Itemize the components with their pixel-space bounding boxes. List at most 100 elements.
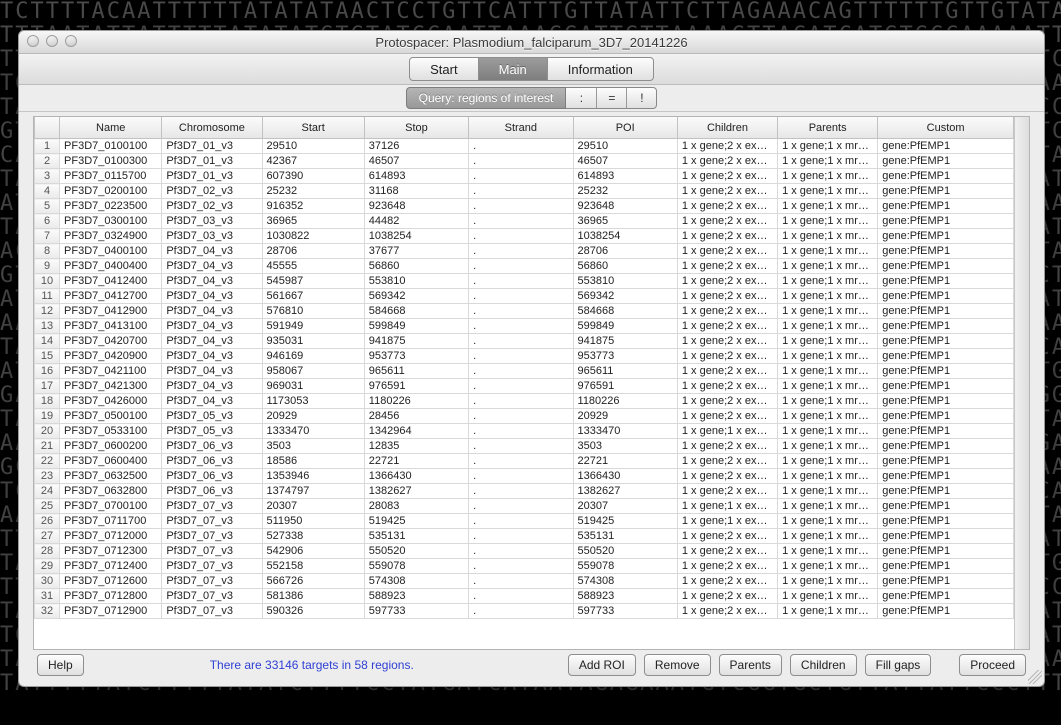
cell-name: PF3D7_0100100 <box>60 139 162 154</box>
cell-poi: 569342 <box>573 289 677 304</box>
col-poi[interactable]: POI <box>573 117 677 139</box>
table-row[interactable]: 14PF3D7_0420700Pf3D7_04_v3935031941875.9… <box>35 334 1014 349</box>
table-row[interactable]: 5PF3D7_0223500Pf3D7_02_v3916352923648.92… <box>35 199 1014 214</box>
query-op-colon[interactable]: : <box>566 88 596 108</box>
table-row[interactable]: 2PF3D7_0100300Pf3D7_01_v34236746507.4650… <box>35 154 1014 169</box>
tab-information[interactable]: Information <box>547 58 653 80</box>
query-op-eq[interactable]: = <box>596 88 626 108</box>
resize-handle-icon[interactable] <box>1028 670 1042 684</box>
cell-start: 20307 <box>262 499 364 514</box>
col-rownum[interactable] <box>35 117 60 139</box>
cell-custom: gene:PfEMP1 <box>878 199 1014 214</box>
table-row[interactable]: 32PF3D7_0712900Pf3D7_07_v3590326597733.5… <box>35 604 1014 619</box>
cell-name: PF3D7_0712600 <box>60 574 162 589</box>
help-button[interactable]: Help <box>37 654 84 676</box>
table-row[interactable]: 20PF3D7_0533100Pf3D7_05_v313334701342964… <box>35 424 1014 439</box>
remove-button[interactable]: Remove <box>644 654 711 676</box>
table-row[interactable]: 22PF3D7_0600400Pf3D7_06_v31858622721.227… <box>35 454 1014 469</box>
table-row[interactable]: 26PF3D7_0711700Pf3D7_07_v3511950519425.5… <box>35 514 1014 529</box>
cell-children: 1 x gene;2 x ex… <box>677 394 777 409</box>
vertical-scrollbar[interactable] <box>1014 117 1029 649</box>
tab-bar: Start Main Information <box>19 54 1044 85</box>
col-parents[interactable]: Parents <box>778 117 878 139</box>
table-row[interactable]: 10PF3D7_0412400Pf3D7_04_v3545987553810.5… <box>35 274 1014 289</box>
tab-start[interactable]: Start <box>410 58 477 80</box>
table-row[interactable]: 25PF3D7_0700100Pf3D7_07_v32030728083.203… <box>35 499 1014 514</box>
col-stop[interactable]: Stop <box>364 117 468 139</box>
cell-start: 42367 <box>262 154 364 169</box>
table-row[interactable]: 7PF3D7_0324900Pf3D7_03_v310308221038254.… <box>35 229 1014 244</box>
table-row[interactable]: 13PF3D7_0413100Pf3D7_04_v3591949599849.5… <box>35 319 1014 334</box>
table-row[interactable]: 1PF3D7_0100100Pf3D7_01_v32951037126.2951… <box>35 139 1014 154</box>
roi-table: Name Chromosome Start Stop Strand POI Ch… <box>34 117 1014 619</box>
minimize-icon[interactable] <box>46 35 58 47</box>
cell-parents: 1 x gene;1 x mr… <box>778 349 878 364</box>
children-button[interactable]: Children <box>790 654 857 676</box>
cell-parents: 1 x gene;1 x mr… <box>778 244 878 259</box>
table-row[interactable]: 15PF3D7_0420900Pf3D7_04_v3946169953773.9… <box>35 349 1014 364</box>
cell-start: 1173053 <box>262 394 364 409</box>
cell-start: 1353946 <box>262 469 364 484</box>
cell-strand: . <box>469 199 573 214</box>
table-row[interactable]: 23PF3D7_0632500Pf3D7_06_v313539461366430… <box>35 469 1014 484</box>
cell-strand: . <box>469 439 573 454</box>
table-row[interactable]: 4PF3D7_0200100Pf3D7_02_v32523231168.2523… <box>35 184 1014 199</box>
cell-children: 1 x gene;2 x ex… <box>677 454 777 469</box>
table-head: Name Chromosome Start Stop Strand POI Ch… <box>35 117 1014 139</box>
table-row[interactable]: 28PF3D7_0712300Pf3D7_07_v3542906550520.5… <box>35 544 1014 559</box>
cell-strand: . <box>469 484 573 499</box>
cell-children: 1 x gene;2 x ex… <box>677 289 777 304</box>
col-strand[interactable]: Strand <box>469 117 573 139</box>
table-row[interactable]: 12PF3D7_0412900Pf3D7_04_v3576810584668.5… <box>35 304 1014 319</box>
col-name[interactable]: Name <box>60 117 162 139</box>
table-row[interactable]: 8PF3D7_0400100Pf3D7_04_v32870637677.2870… <box>35 244 1014 259</box>
cell-stop: 569342 <box>364 289 468 304</box>
table-row[interactable]: 18PF3D7_0426000Pf3D7_04_v311730531180226… <box>35 394 1014 409</box>
table-row[interactable]: 16PF3D7_0421100Pf3D7_04_v3958067965611.9… <box>35 364 1014 379</box>
table-row[interactable]: 11PF3D7_0412700Pf3D7_04_v3561667569342.5… <box>35 289 1014 304</box>
cell-custom: gene:PfEMP1 <box>878 484 1014 499</box>
cell-custom: gene:PfEMP1 <box>878 364 1014 379</box>
table-row[interactable]: 31PF3D7_0712800Pf3D7_07_v3581386588923.5… <box>35 589 1014 604</box>
cell-strand: . <box>469 529 573 544</box>
cell-strand: . <box>469 604 573 619</box>
cell-poi: 584668 <box>573 304 677 319</box>
table-row[interactable]: 6PF3D7_0300100Pf3D7_03_v33696544482.3696… <box>35 214 1014 229</box>
col-chromosome[interactable]: Chromosome <box>162 117 262 139</box>
add-roi-button[interactable]: Add ROI <box>568 654 636 676</box>
table-row[interactable]: 9PF3D7_0400400Pf3D7_04_v34555556860.5686… <box>35 259 1014 274</box>
cell-parents: 1 x gene;1 x mr… <box>778 199 878 214</box>
cell-poi: 22721 <box>573 454 677 469</box>
col-children[interactable]: Children <box>677 117 777 139</box>
table-row[interactable]: 19PF3D7_0500100Pf3D7_05_v32092928456.209… <box>35 409 1014 424</box>
parents-button[interactable]: Parents <box>719 654 782 676</box>
fill-gaps-button[interactable]: Fill gaps <box>865 654 932 676</box>
cell-poi: 20929 <box>573 409 677 424</box>
table-row[interactable]: 3PF3D7_0115700Pf3D7_01_v3607390614893.61… <box>35 169 1014 184</box>
data-grid[interactable]: Name Chromosome Start Stop Strand POI Ch… <box>34 117 1014 649</box>
close-icon[interactable] <box>27 35 39 47</box>
table-row[interactable]: 29PF3D7_0712400Pf3D7_07_v3552158559078.5… <box>35 559 1014 574</box>
cell-chromosome: Pf3D7_07_v3 <box>162 604 262 619</box>
cell-chromosome: Pf3D7_01_v3 <box>162 139 262 154</box>
col-start[interactable]: Start <box>262 117 364 139</box>
table-row[interactable]: 17PF3D7_0421300Pf3D7_04_v3969031976591.9… <box>35 379 1014 394</box>
table-row[interactable]: 27PF3D7_0712000Pf3D7_07_v3527338535131.5… <box>35 529 1014 544</box>
cell-custom: gene:PfEMP1 <box>878 589 1014 604</box>
titlebar[interactable]: Protospacer: Plasmodium_falciparum_3D7_2… <box>19 31 1044 54</box>
cell-name: PF3D7_0300100 <box>60 214 162 229</box>
zoom-icon[interactable] <box>65 35 77 47</box>
proceed-button[interactable]: Proceed <box>959 654 1026 676</box>
table-row[interactable]: 21PF3D7_0600200Pf3D7_06_v3350312835.3503… <box>35 439 1014 454</box>
cell-rownum: 1 <box>35 139 60 154</box>
query-op-bang[interactable]: ! <box>626 88 656 108</box>
tab-main[interactable]: Main <box>478 58 547 80</box>
query-label[interactable]: Query: regions of interest <box>406 87 567 109</box>
cell-strand: . <box>469 304 573 319</box>
table-row[interactable]: 24PF3D7_0632800Pf3D7_06_v313747971382627… <box>35 484 1014 499</box>
table-row[interactable]: 30PF3D7_0712600Pf3D7_07_v3566726574308.5… <box>35 574 1014 589</box>
cell-stop: 1342964 <box>364 424 468 439</box>
cell-chromosome: Pf3D7_06_v3 <box>162 484 262 499</box>
cell-children: 1 x gene;2 x ex… <box>677 589 777 604</box>
col-custom[interactable]: Custom <box>878 117 1014 139</box>
